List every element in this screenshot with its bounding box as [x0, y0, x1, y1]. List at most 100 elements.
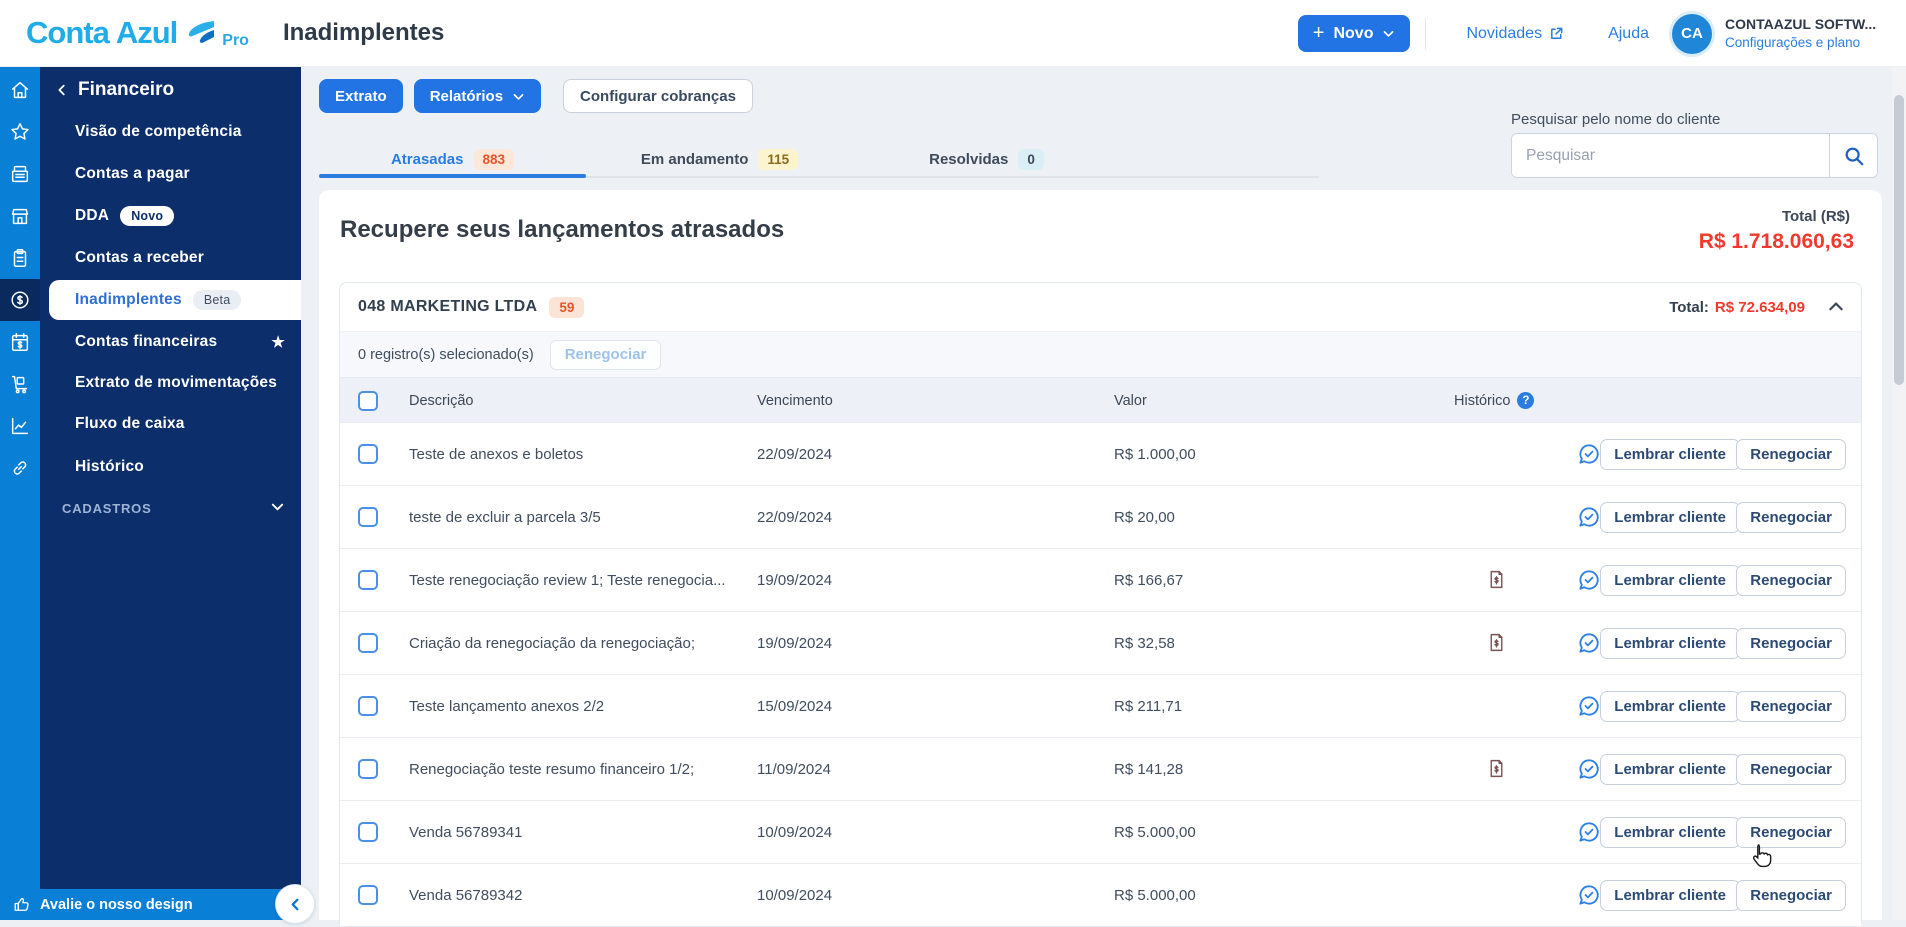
group-total-value: R$ 72.634,09 — [1714, 298, 1805, 316]
extrato-button[interactable]: Extrato — [319, 79, 403, 113]
content-card: Recupere seus lançamentos atrasados Tota… — [319, 190, 1882, 927]
message-history-icon[interactable] — [1576, 504, 1602, 530]
search-button[interactable] — [1829, 134, 1877, 177]
sidebar-item[interactable]: Inadimplentes Beta — [49, 280, 301, 320]
client-group-header[interactable]: 048 MARKETING LTDA 59 Total: R$ 72.634,0… — [340, 283, 1861, 331]
table-body: Teste de anexos e boletos 22/09/2024 R$ … — [340, 422, 1861, 926]
table-row: Teste de anexos e boletos 22/09/2024 R$ … — [340, 422, 1861, 485]
message-history-icon[interactable] — [1576, 630, 1602, 656]
sidebar-item[interactable]: Visão de competência — [75, 111, 301, 153]
row-checkbox[interactable] — [358, 759, 378, 779]
lembrar-cliente-button[interactable]: Lembrar cliente — [1600, 502, 1740, 533]
relatorios-button[interactable]: Relatórios — [413, 79, 542, 113]
column-header-descricao: Descrição — [409, 392, 474, 409]
row-value: R$ 32,58 — [1114, 635, 1175, 652]
sidebar-item[interactable]: Fluxo de caixa — [75, 403, 301, 445]
message-history-icon[interactable] — [1576, 882, 1602, 908]
help-icon[interactable] — [1517, 392, 1535, 409]
rail-item[interactable] — [0, 69, 40, 111]
grand-total-label: Total (R$) — [1781, 208, 1850, 225]
rail-item[interactable] — [0, 195, 40, 237]
renegotiation-receipt-icon[interactable] — [1486, 758, 1507, 779]
sidebar-item[interactable]: Contas financeiras — [75, 321, 301, 363]
message-history-icon[interactable] — [1576, 756, 1602, 782]
message-history-icon[interactable] — [1576, 819, 1602, 845]
home-icon — [9, 79, 31, 101]
rail-item[interactable] — [0, 153, 40, 195]
message-history-icon[interactable] — [1576, 567, 1602, 593]
novidades-label: Novidades — [1466, 24, 1543, 42]
renegotiation-receipt-icon[interactable] — [1486, 569, 1507, 590]
avatar[interactable]: CA — [1672, 13, 1712, 54]
rail-item[interactable] — [0, 237, 40, 279]
row-checkbox[interactable] — [358, 444, 378, 464]
lembrar-cliente-button[interactable]: Lembrar cliente — [1600, 628, 1740, 659]
renegociar-button[interactable]: Renegociar — [1736, 628, 1846, 659]
contaazul-logo[interactable]: Conta Azul Pro — [26, 15, 249, 51]
rail-item[interactable] — [0, 279, 40, 321]
row-checkbox[interactable] — [358, 822, 378, 842]
message-history-icon[interactable] — [1576, 441, 1602, 467]
lembrar-cliente-button[interactable]: Lembrar cliente — [1600, 880, 1740, 911]
row-due-date: 19/09/2024 — [757, 635, 833, 652]
status-tab[interactable]: Atrasadas 883 — [319, 142, 586, 178]
renegociar-button[interactable]: Renegociar — [1736, 691, 1846, 722]
renegociar-button[interactable]: Renegociar — [1736, 880, 1846, 911]
row-checkbox[interactable] — [358, 570, 378, 590]
renegociar-button[interactable]: Renegociar — [1736, 754, 1846, 785]
bulk-renegociar-button[interactable]: Renegociar — [549, 339, 662, 370]
rail-item[interactable] — [0, 321, 40, 363]
row-description: Criação da renegociação da renegociação; — [409, 635, 696, 652]
lembrar-cliente-button[interactable]: Lembrar cliente — [1600, 817, 1740, 848]
renegociar-button[interactable]: Renegociar — [1736, 817, 1846, 848]
row-checkbox[interactable] — [358, 696, 378, 716]
rail-item[interactable] — [0, 111, 40, 153]
status-tab[interactable]: Resolvidas 0 — [853, 142, 1120, 176]
rail-item[interactable] — [0, 363, 40, 405]
row-description: Teste renegociação review 1; Teste reneg… — [409, 572, 726, 589]
row-value: R$ 20,00 — [1114, 509, 1175, 526]
sidebar-item[interactable]: Extrato de movimentações — [75, 362, 301, 404]
renegociar-button[interactable]: Renegociar — [1736, 502, 1846, 533]
row-checkbox[interactable] — [358, 507, 378, 527]
row-value: R$ 211,71 — [1114, 698, 1183, 715]
sidebar-item[interactable]: Contas a receber — [75, 237, 301, 279]
row-checkbox[interactable] — [358, 633, 378, 653]
row-checkbox[interactable] — [358, 885, 378, 905]
novidades-link[interactable]: Novidades — [1466, 25, 1564, 43]
sidebar-item[interactable]: Histórico — [75, 446, 301, 488]
collapse-sidebar-button[interactable] — [276, 885, 314, 923]
novo-button[interactable]: Novo — [1297, 15, 1411, 52]
status-tabs: Atrasadas 883 Em andamento 115 Resolvida… — [319, 142, 1319, 178]
sidebar-item-label: Inadimplentes — [75, 291, 182, 308]
rail-item[interactable] — [0, 405, 40, 447]
rate-design-bar[interactable]: Avalie o nosso design — [0, 885, 314, 923]
lembrar-cliente-button[interactable]: Lembrar cliente — [1600, 754, 1740, 785]
avatar-initials: CA — [1681, 25, 1703, 42]
sidebar-item-cadastros[interactable]: CADASTROS — [62, 487, 301, 529]
select-all-checkbox[interactable] — [358, 390, 378, 411]
rail-item[interactable] — [0, 447, 40, 489]
renegotiation-receipt-icon[interactable] — [1486, 632, 1507, 653]
lembrar-cliente-button[interactable]: Lembrar cliente — [1600, 565, 1740, 596]
sidebar-item[interactable]: DDA Novo — [75, 195, 301, 237]
scrollbar-thumb[interactable] — [1894, 95, 1904, 385]
sidebar-item[interactable]: Contas a pagar — [75, 153, 301, 195]
renegociar-button[interactable]: Renegociar — [1736, 439, 1846, 470]
row-due-date: 10/09/2024 — [757, 824, 833, 841]
group-total-label: Total: — [1669, 298, 1709, 316]
message-history-icon[interactable] — [1576, 693, 1602, 719]
renegociar-button[interactable]: Renegociar — [1736, 565, 1846, 596]
chevron-up-icon[interactable] — [1827, 298, 1845, 316]
tab-label: Atrasadas — [390, 150, 464, 168]
search-input[interactable] — [1512, 134, 1829, 177]
sidebar-item-label: Visão de competência — [75, 123, 242, 140]
ajuda-link[interactable]: Ajuda — [1608, 25, 1649, 43]
account-settings-link[interactable]: Configurações e plano — [1725, 34, 1893, 52]
configurar-cobrancas-button[interactable]: Configurar cobranças — [563, 79, 753, 113]
lembrar-cliente-button[interactable]: Lembrar cliente — [1600, 691, 1740, 722]
lembrar-cliente-button[interactable]: Lembrar cliente — [1600, 439, 1740, 470]
status-tab[interactable]: Em andamento 115 — [586, 142, 853, 176]
client-group-accordion: 048 MARKETING LTDA 59 Total: R$ 72.634,0… — [339, 282, 1862, 927]
sidebar-item-label: DDA — [75, 207, 110, 224]
